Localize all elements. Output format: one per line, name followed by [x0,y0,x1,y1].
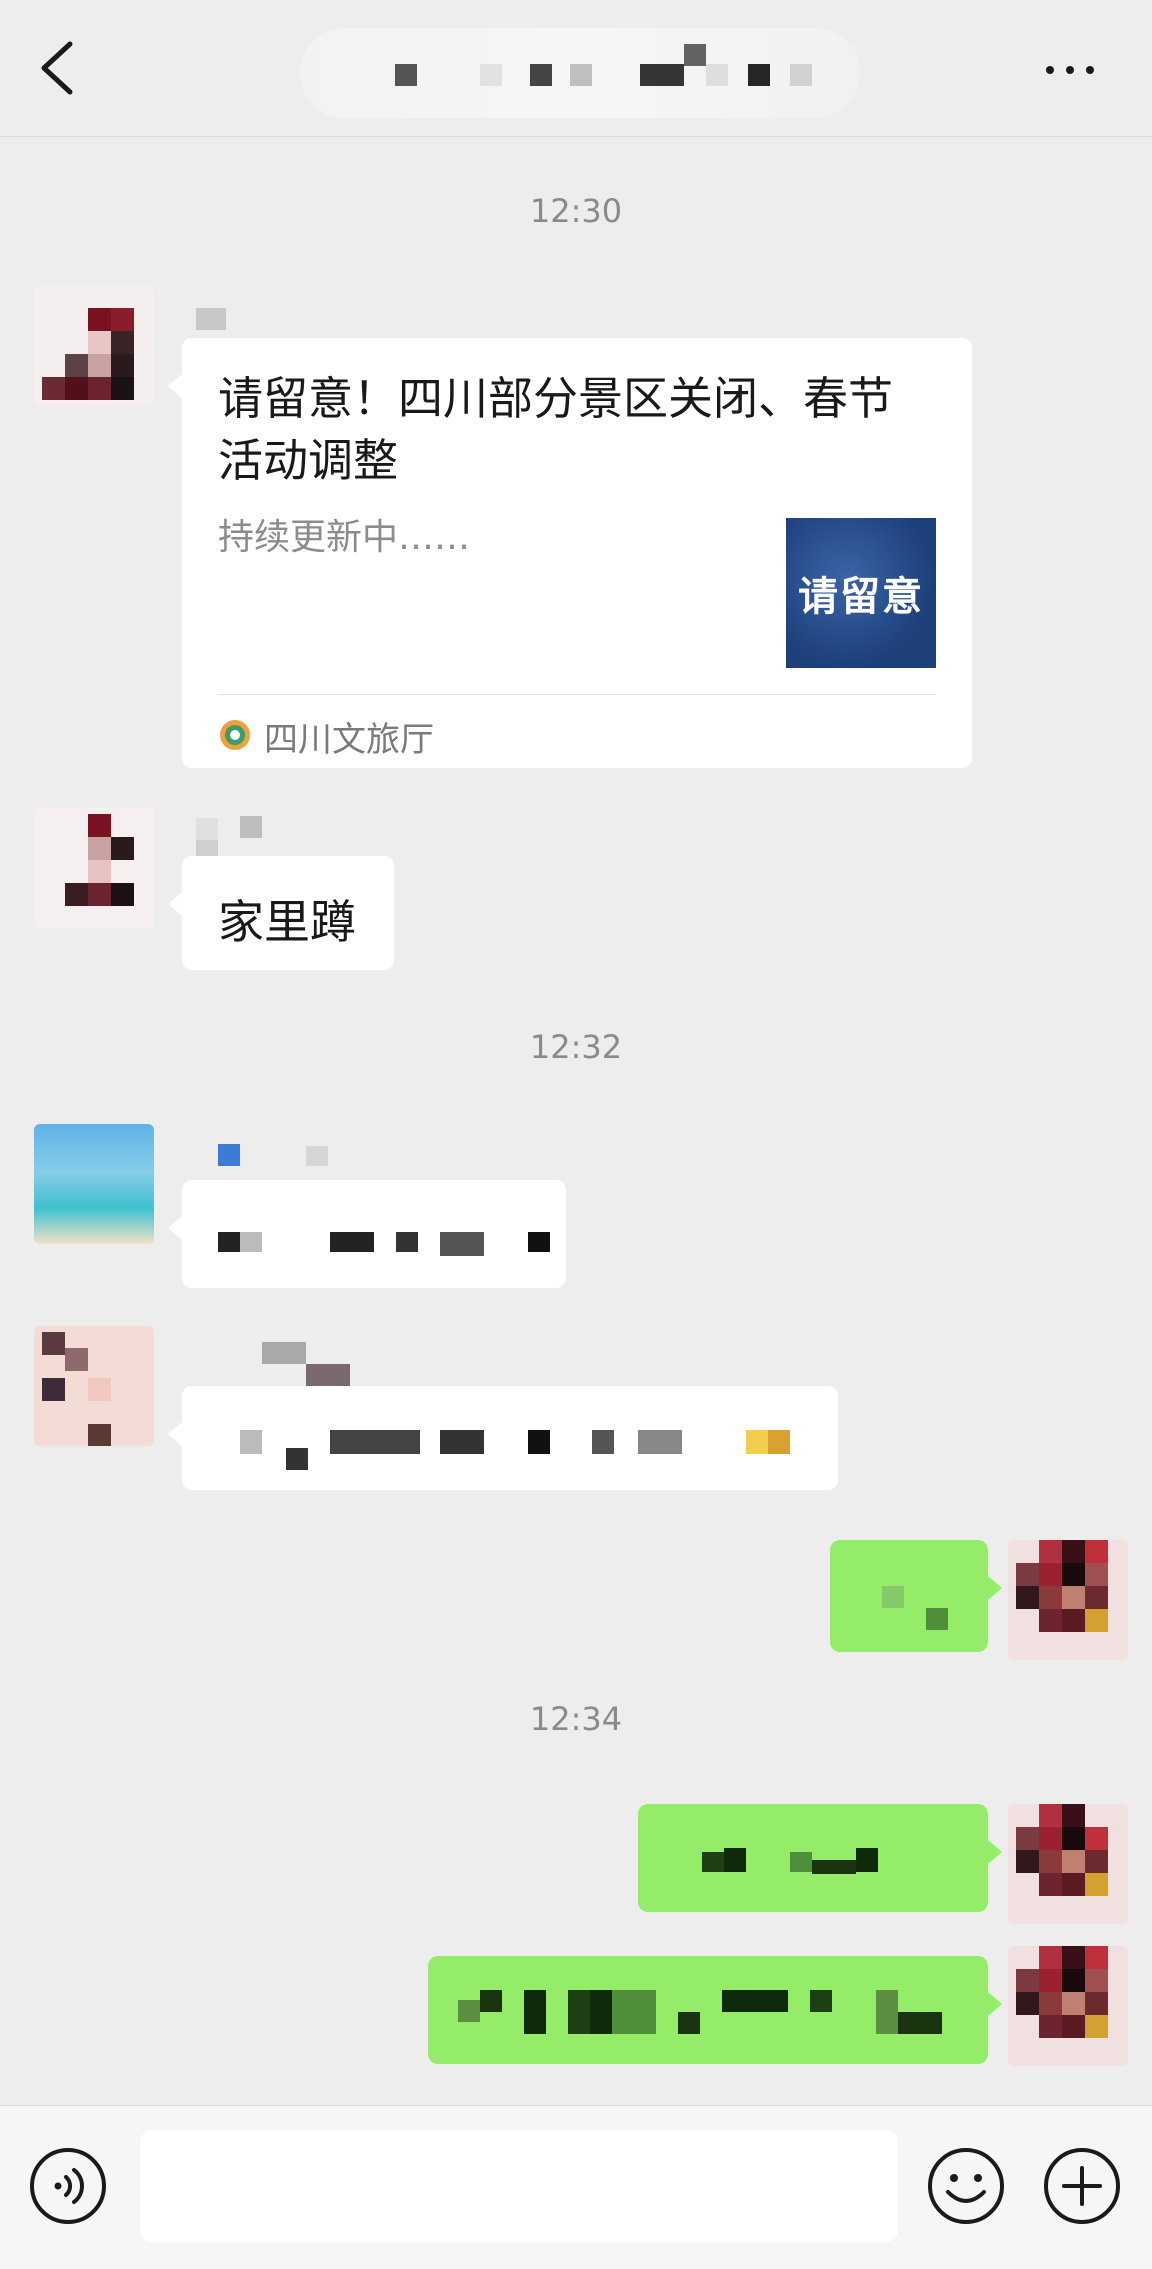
sender-name-obscured [196,818,218,840]
emoji-icon[interactable] [926,2146,1006,2226]
article-thumbnail: 请留意 [786,518,936,668]
more-dot [1046,66,1054,74]
timestamp: 12:34 [529,1700,623,1738]
input-bar [0,2105,1152,2269]
avatar-self[interactable] [1008,1804,1128,1924]
more-dot [1066,66,1074,74]
sender-name-obscured [306,1364,350,1386]
chat-title-obscured [300,28,860,118]
article-description: 持续更新中…… [218,517,471,558]
avatar-self[interactable] [1008,1540,1128,1660]
sender-name-obscured [262,1342,306,1364]
timestamp: 12:32 [529,1028,623,1066]
avatar[interactable] [34,1326,154,1446]
sender-name-obscured [196,308,226,330]
more-dot [1086,66,1094,74]
message-bubble-obscured[interactable] [168,1180,566,1288]
timestamp: 12:30 [529,192,623,230]
avatar-self[interactable] [1008,1946,1128,2066]
chat-header [0,0,1152,137]
chevron-left-icon[interactable] [30,36,86,100]
official-account-icon [220,720,250,750]
message-bubble[interactable]: 家里蹲 [168,856,394,970]
avatar[interactable] [34,286,154,406]
more-options-button[interactable] [1040,46,1100,90]
sender-name-obscured [306,1146,328,1166]
article-title: 请留意！四川部分景区关闭、春节活动调整 [218,372,894,487]
message-text: 家里蹲 [218,895,356,949]
thumbnail-text: 请留意 [798,574,924,620]
plus-icon[interactable] [1042,2146,1122,2226]
sender-name-obscured [240,816,262,838]
voice-icon[interactable] [28,2146,108,2226]
own-message-bubble-obscured[interactable] [638,1804,1002,1912]
message-input[interactable] [140,2130,898,2242]
article-card[interactable]: 请留意！四川部分景区关闭、春节活动调整 持续更新中…… 请留意 四川文旅厅 [168,338,972,768]
sender-name-obscured [218,1144,240,1166]
own-message-bubble-obscured[interactable] [428,1956,1002,2064]
own-message-bubble-obscured[interactable] [830,1540,1002,1652]
avatar[interactable] [34,1124,154,1244]
avatar[interactable] [34,808,154,928]
article-source: 四川文旅厅 [264,720,434,760]
message-bubble-obscured[interactable] [168,1386,838,1490]
card-divider [218,694,936,695]
